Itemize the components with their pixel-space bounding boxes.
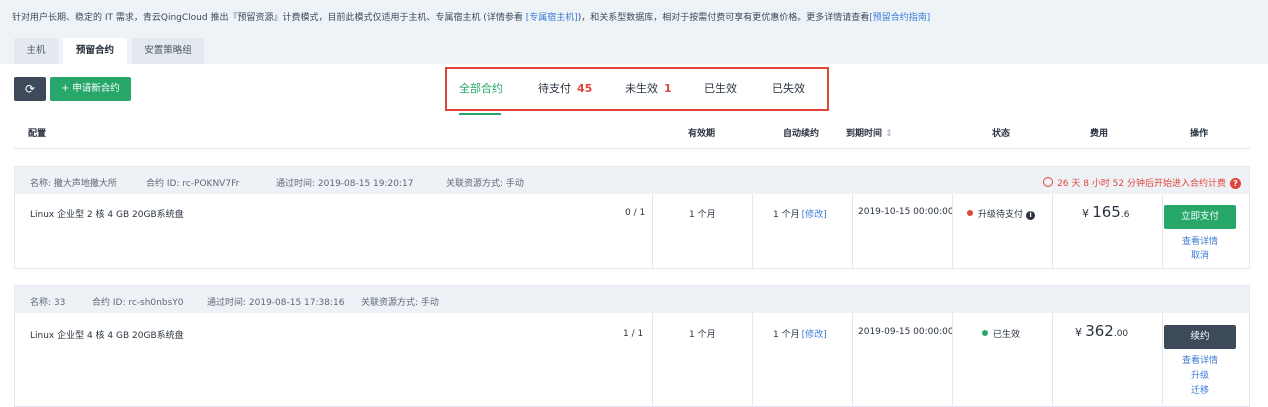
contract-expire-time: 2019-10-15 00:00:00 <box>858 207 954 217</box>
contract-validity: 1 个月 <box>689 330 716 340</box>
col-expire-time-label: 到期时间 <box>846 129 883 139</box>
notice-text-middle: )，和关系型数据库，相对于按需付费可享有更优惠价格。更多详情请查看 <box>577 13 870 23</box>
validity-cell: 1 个月 <box>652 194 752 268</box>
contract-expire-time: 2019-09-15 00:00:00 <box>858 327 954 337</box>
pending-pay-count: 45 <box>577 82 593 95</box>
contract-pass-time: 通过时间: 2019-08-15 19:20:17 <box>276 179 414 189</box>
filter-not-active-label: 未生效 <box>625 82 658 95</box>
contract-card-header: 名称: 撒大声地撒大所 合约 ID: rc-POKNV7Fr 通过时间: 201… <box>15 167 1249 194</box>
billing-countdown: 26 天 8 小时 52 分钟后开始进入合约计费? <box>1043 176 1241 189</box>
status-dot-icon <box>967 210 973 216</box>
col-validity: 有效期 <box>688 129 716 139</box>
contract-auto-renew: 1 个月 [修改] <box>773 327 827 340</box>
status-text: 升级待支付 <box>978 210 1024 220</box>
contract-validity: 1 个月 <box>689 210 716 220</box>
filter-pending-pay[interactable]: 待支付 45 <box>538 80 592 96</box>
contract-id: 合约 ID: rc-sh0nbsY0 <box>92 298 184 308</box>
table-header: 配置 有效期 自动续约 到期时间 ⇕ 状态 费用 操作 <box>14 114 1250 149</box>
auto-renew-value: 1 个月 <box>773 210 800 220</box>
contract-auto-renew: 1 个月 [修改] <box>773 207 827 220</box>
contract-status: 已生效 <box>982 327 1020 340</box>
col-fee: 费用 <box>1090 129 1109 139</box>
status-text: 已生效 <box>993 330 1021 340</box>
fee-cell: ¥ 165.6 <box>1052 194 1162 268</box>
dedicated-host-link[interactable]: [专属宿主机] <box>526 13 578 23</box>
status-cell: 升级待支付 i <box>952 194 1052 268</box>
col-status: 状态 <box>992 129 1011 139</box>
contract-guide-link[interactable]: [预留合约指南] <box>869 13 930 23</box>
filter-all[interactable]: 全部合约 <box>459 80 503 96</box>
contract-link-mode: 关联资源方式: 手动 <box>361 298 439 308</box>
col-auto-renew: 自动续约 <box>783 129 820 139</box>
refresh-icon: ⟳ <box>24 82 36 96</box>
view-details-link[interactable]: 查看详情 <box>1164 234 1236 247</box>
col-action: 操作 <box>1190 129 1209 139</box>
migrate-link[interactable]: 迁移 <box>1164 383 1236 396</box>
not-active-count: 1 <box>664 82 672 95</box>
tab-bar: 主机 预留合约 安置策略组 <box>0 36 1268 64</box>
contract-card-header: 名称: 33 合约 ID: rc-sh0nbsY0 通过时间: 2019-08-… <box>15 286 1249 313</box>
filter-active[interactable]: 已生效 <box>704 80 737 96</box>
price-decimal: .6 <box>1120 210 1130 220</box>
help-icon[interactable]: ? <box>1230 178 1241 189</box>
contract-quantity: 1 / 1 <box>623 329 644 339</box>
fee-cell: ¥ 362.00 <box>1052 313 1162 406</box>
contract-config: Linux 企业型 4 核 4 GB 20GB系统盘 <box>30 331 184 341</box>
contract-price: ¥ 362.00 <box>1075 322 1128 340</box>
validity-cell: 1 个月 <box>652 313 752 406</box>
contract-status: 升级待支付 i <box>967 207 1036 220</box>
edit-auto-renew-link[interactable]: [修改] <box>802 330 827 340</box>
filter-expired[interactable]: 已失效 <box>772 80 805 96</box>
contract-config: Linux 企业型 2 核 4 GB 20GB系统盘 <box>30 210 184 220</box>
tab-instances[interactable]: 主机 <box>14 38 58 64</box>
expire-cell: 2019-10-15 00:00:00 <box>852 194 954 268</box>
currency-symbol: ¥ <box>1082 207 1089 220</box>
contract-quantity: 0 / 1 <box>625 208 646 218</box>
tab-placement-groups[interactable]: 安置策略组 <box>132 38 204 64</box>
countdown-text: 26 天 8 小时 52 分钟后开始进入合约计费 <box>1057 179 1226 189</box>
price-integer: 165 <box>1092 203 1121 221</box>
contract-name: 名称: 撒大声地撒大所 <box>30 179 117 189</box>
contract-card: 名称: 33 合约 ID: rc-sh0nbsY0 通过时间: 2019-08-… <box>14 285 1250 407</box>
contract-name: 名称: 33 <box>30 298 66 308</box>
auto-renew-cell: 1 个月 [修改] <box>752 313 852 406</box>
refresh-button[interactable]: ⟳ <box>14 77 46 101</box>
auto-renew-value: 1 个月 <box>773 330 800 340</box>
expire-cell: 2019-09-15 00:00:00 <box>852 313 954 406</box>
info-icon[interactable]: i <box>1026 211 1036 220</box>
renew-button[interactable]: 续约 <box>1164 325 1236 349</box>
price-integer: 362 <box>1085 322 1114 340</box>
currency-symbol: ¥ <box>1075 326 1082 339</box>
notice-bar: 针对用户长期、稳定的 IT 需求，青云QingCloud 推出『预留资源』计费模… <box>0 0 1268 36</box>
col-expire-time[interactable]: 到期时间 ⇕ <box>846 126 893 139</box>
auto-renew-cell: 1 个月 [修改] <box>752 194 852 268</box>
contract-price: ¥ 165.6 <box>1082 203 1129 221</box>
status-cell: 已生效 <box>952 313 1052 406</box>
filter-pending-pay-label: 待支付 <box>538 82 571 95</box>
contract-link-mode: 关联资源方式: 手动 <box>446 179 524 189</box>
status-dot-icon <box>982 330 988 336</box>
cancel-link[interactable]: 取消 <box>1164 248 1236 261</box>
view-details-link[interactable]: 查看详情 <box>1164 353 1236 366</box>
contract-card: 名称: 撒大声地撒大所 合约 ID: rc-POKNV7Fr 通过时间: 201… <box>14 166 1250 269</box>
price-decimal: .00 <box>1113 329 1129 339</box>
tab-reserved-contracts[interactable]: 预留合约 <box>63 38 127 64</box>
pay-now-button[interactable]: 立即支付 <box>1164 205 1236 229</box>
upgrade-link[interactable]: 升级 <box>1164 368 1236 381</box>
contract-pass-time: 通过时间: 2019-08-15 17:38:16 <box>207 298 345 308</box>
new-contract-button[interactable]: + 申请新合约 <box>50 77 131 101</box>
clock-icon <box>1043 177 1054 187</box>
notice-text: 针对用户长期、稳定的 IT 需求，青云QingCloud 推出『预留资源』计费模… <box>12 13 526 23</box>
edit-auto-renew-link[interactable]: [修改] <box>802 210 827 220</box>
sort-icon: ⇕ <box>885 129 893 139</box>
contract-id: 合约 ID: rc-POKNV7Fr <box>146 179 240 189</box>
filter-not-active[interactable]: 未生效 1 <box>625 80 672 96</box>
col-config: 配置 <box>28 129 47 139</box>
